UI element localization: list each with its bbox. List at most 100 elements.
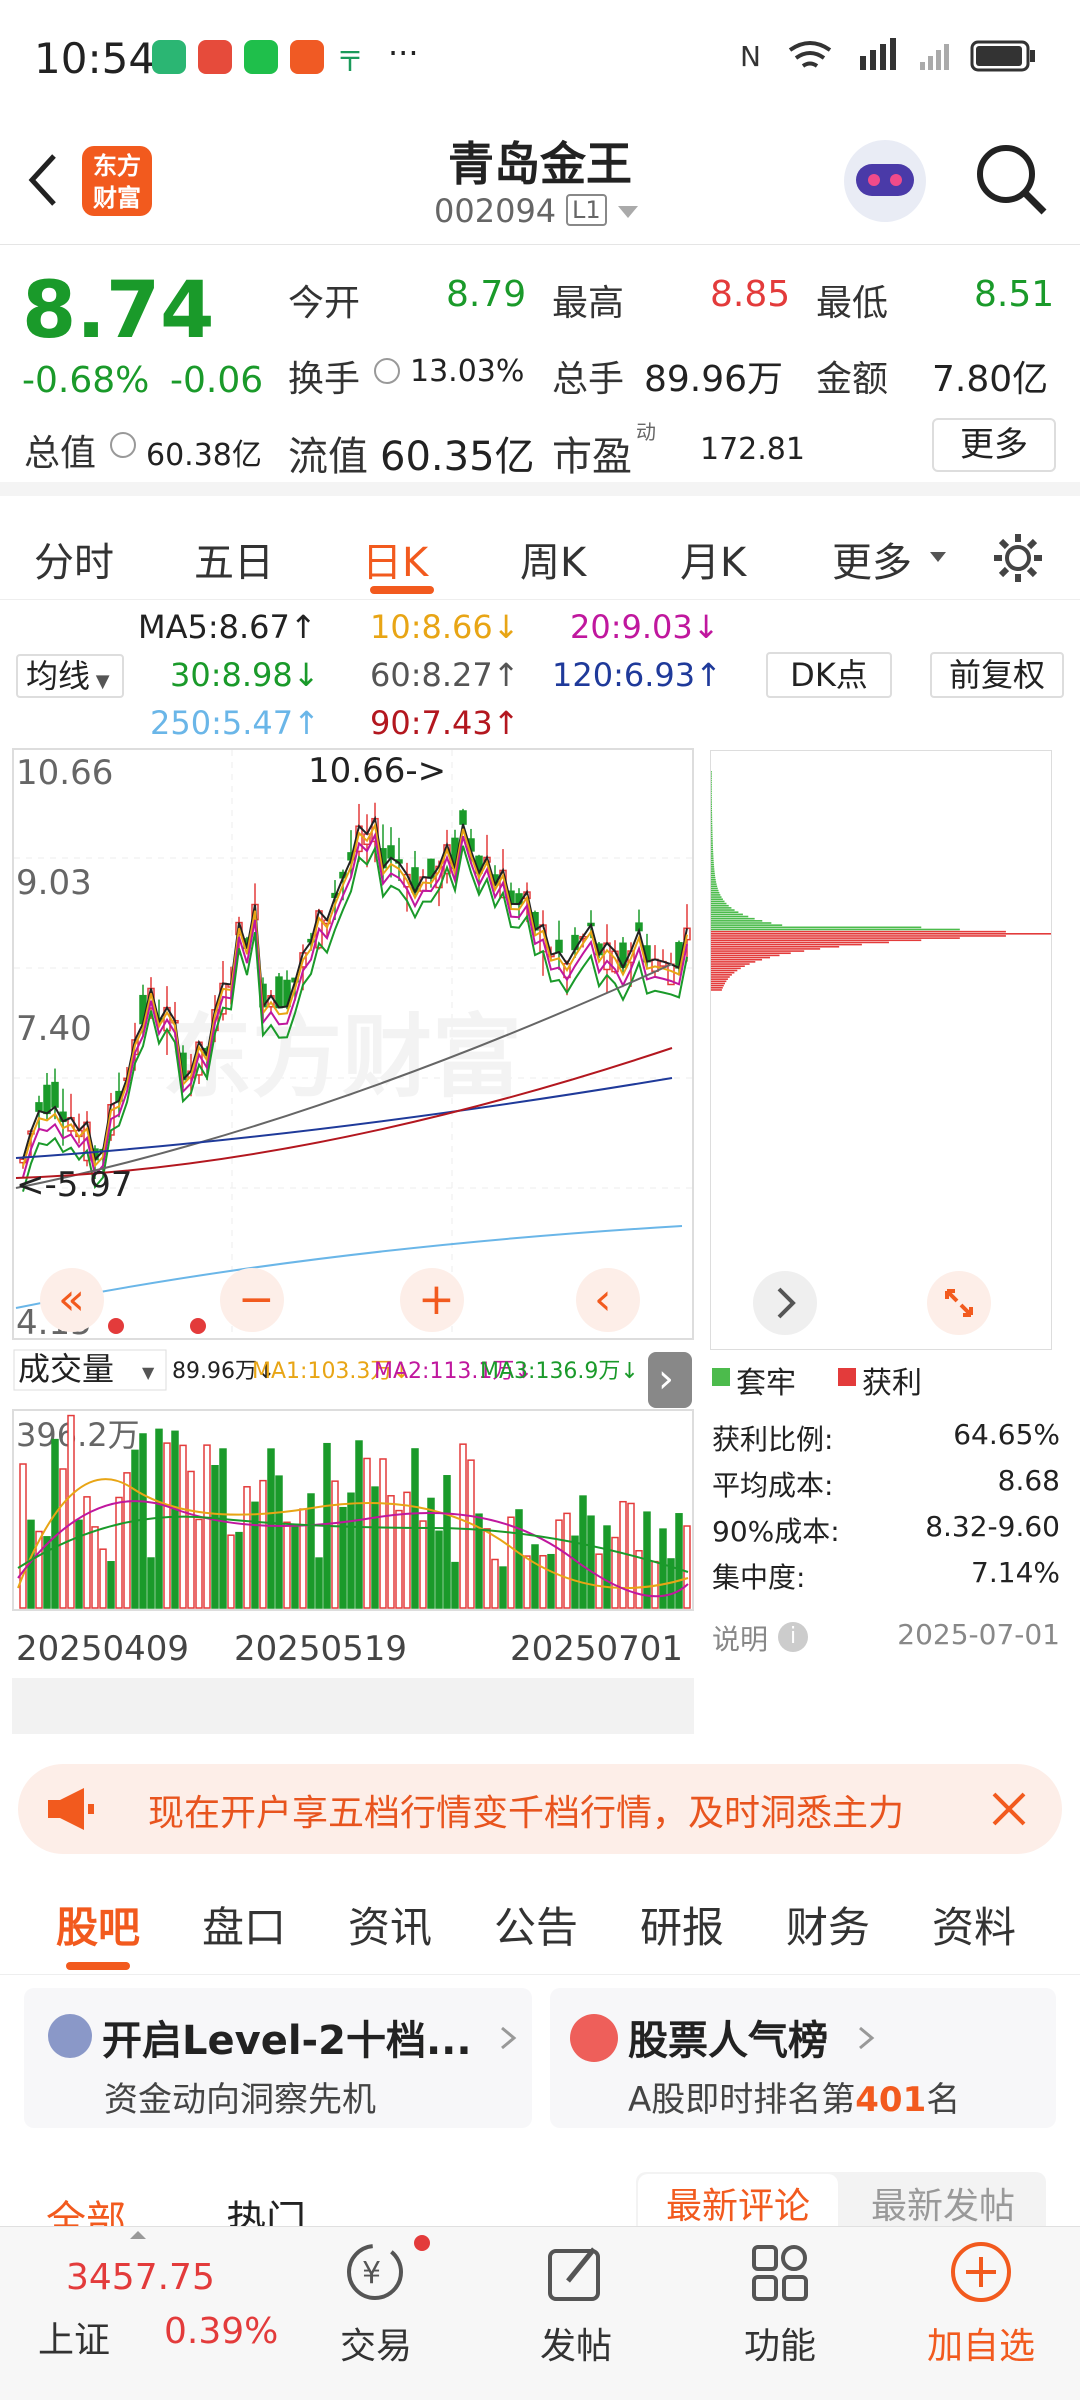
popularity-card[interactable]: 股票人气榜 A股即时排名第401名 [550, 1988, 1056, 2128]
nav-post[interactable]: 发帖 [516, 2317, 636, 2369]
tab-announcements[interactable]: 公告 [494, 1894, 578, 1955]
sort-toggle: 最新评论 最新发帖 [636, 2172, 1046, 2226]
tab-pankou[interactable]: 盘口 [202, 1894, 286, 1955]
tab-finance[interactable]: 财务 [786, 1894, 870, 1955]
high-label: 最高 [552, 283, 625, 324]
candle-body [43, 1084, 51, 1115]
tab-monthly-k[interactable]: 月K [680, 530, 746, 588]
tab-intraday[interactable]: 分时 [34, 530, 114, 588]
info-icon[interactable]: i [778, 1622, 808, 1652]
volume-bar [195, 1518, 203, 1609]
chip-bar [711, 833, 713, 836]
chip-bar [711, 859, 714, 862]
stock-code: 002094 [434, 192, 557, 230]
chip-bar [711, 887, 718, 890]
sort-latest-comment[interactable]: 最新评论 [638, 2174, 838, 2226]
subtab-all[interactable]: 全部 [46, 2188, 126, 2226]
chip-bar [711, 820, 713, 823]
chevron-right-icon [501, 2026, 517, 2050]
chip-bar [711, 822, 713, 825]
amount-value: 7.80亿 [932, 359, 1049, 400]
chevron-down-icon[interactable] [928, 550, 948, 564]
chip-bar [711, 831, 713, 834]
promo-banner[interactable]: 现在开户享五档行情变千档行情，及时洞悉主力 [18, 1764, 1062, 1854]
index-change[interactable]: 0.39% [164, 2311, 278, 2352]
gear-icon[interactable] [990, 530, 1046, 586]
volume-bar [507, 1516, 515, 1609]
expand-icon[interactable] [927, 1271, 991, 1335]
chip-bar [711, 799, 712, 801]
tab-profile[interactable]: 资料 [932, 1894, 1016, 1955]
nav-add-watchlist[interactable]: 加自选 [920, 2317, 1042, 2369]
add-circle-icon[interactable] [946, 2237, 1016, 2307]
level-badge[interactable]: L1 [566, 194, 607, 226]
chip-bar [711, 812, 713, 814]
adjust-price-button[interactable]: 前复权 [930, 652, 1064, 698]
chip-bar [711, 868, 715, 870]
chip-bar [711, 796, 712, 799]
kline-chart[interactable]: 东方财富10.669.037.404.1510.66-><-5.97«−+‹成交… [12, 748, 694, 1748]
chip-bar [711, 792, 712, 795]
period-tabs: 分时 五日 日K 周K 月K 更多 [0, 510, 1080, 600]
robot-assistant-icon[interactable] [844, 140, 926, 222]
volume-bar [347, 1492, 355, 1609]
chip-bar [711, 805, 712, 808]
candle-body [651, 958, 659, 972]
ma-select[interactable]: 均线 ▼ [16, 654, 124, 698]
volume-bar [547, 1553, 555, 1609]
chip-bar [711, 889, 719, 892]
info-tabs: 股吧 盘口 资讯 公告 研报 财务 资料 [0, 1870, 1080, 1975]
chevron-down-icon[interactable] [616, 204, 640, 222]
info-icon[interactable] [110, 432, 136, 458]
volume-bar [307, 1493, 315, 1609]
high-value: 8.85 [710, 274, 791, 315]
chip-bar [711, 876, 716, 879]
volume-bar [115, 1496, 123, 1609]
trade-icon[interactable]: ¥ [340, 2237, 410, 2307]
ma120-value: 120:6.93↑ [552, 656, 722, 694]
rank-suffix: 名 [926, 2080, 961, 2120]
chip-bar [711, 788, 712, 790]
info-icon[interactable] [374, 358, 400, 384]
tab-five-day[interactable]: 五日 [194, 530, 274, 588]
level2-card[interactable]: 开启Level-2十档... 资金动向洞察先机 [24, 1988, 532, 2128]
mcap-value: 60.38亿 [146, 438, 262, 473]
tab-weekly-k[interactable]: 周K [520, 530, 586, 588]
status-time: 10:54 [34, 34, 156, 83]
chevron-right-icon [859, 2026, 875, 2050]
app-notification-icon [290, 40, 324, 74]
search-icon[interactable] [974, 142, 1050, 218]
trapped-legend-swatch [712, 1368, 730, 1386]
chip-bar [711, 971, 735, 974]
tab-daily-k[interactable]: 日K [362, 530, 428, 588]
next-button[interactable] [753, 1271, 817, 1335]
index-value[interactable]: 3457.75 [66, 2257, 215, 2298]
tab-more[interactable]: 更多 [832, 530, 912, 588]
chip-bar [711, 775, 712, 777]
tab-news[interactable]: 资讯 [348, 1894, 432, 1955]
note-label[interactable]: 说明 [712, 1618, 768, 1658]
grid-apps-icon[interactable] [748, 2241, 812, 2305]
chip-bar [711, 866, 715, 868]
chip-distribution-panel[interactable] [710, 750, 1061, 1350]
edit-post-icon[interactable] [544, 2241, 608, 2305]
open-value: 8.79 [446, 274, 527, 315]
pe-label: 市盈 [552, 434, 632, 480]
chip-bar [711, 771, 712, 773]
volume-bar [451, 1561, 459, 1609]
kline-chart-area[interactable]: 东方财富10.669.037.404.1510.66-><-5.97«−+‹成交… [12, 748, 694, 1748]
tab-research[interactable]: 研报 [640, 1894, 724, 1955]
candle-body [51, 1081, 59, 1108]
stock-header: 东方 财富 青岛金王 002094 L1 [0, 120, 1080, 245]
nav-function[interactable]: 功能 [720, 2317, 840, 2369]
volume-y-axis-label: 396.2万 [16, 1416, 140, 1454]
dk-point-button[interactable]: DK点 [766, 652, 892, 698]
sort-latest-post[interactable]: 最新发帖 [848, 2174, 1038, 2226]
trapped-legend: 套牢 [736, 1366, 796, 1401]
tab-guba[interactable]: 股吧 [56, 1894, 140, 1955]
subtab-hot[interactable]: 热门 [226, 2188, 306, 2226]
close-icon[interactable] [988, 1788, 1030, 1830]
index-name[interactable]: 上证 [38, 2311, 110, 2363]
more-button[interactable]: 更多 [932, 418, 1056, 472]
nav-trade[interactable]: 交易 [316, 2317, 436, 2369]
